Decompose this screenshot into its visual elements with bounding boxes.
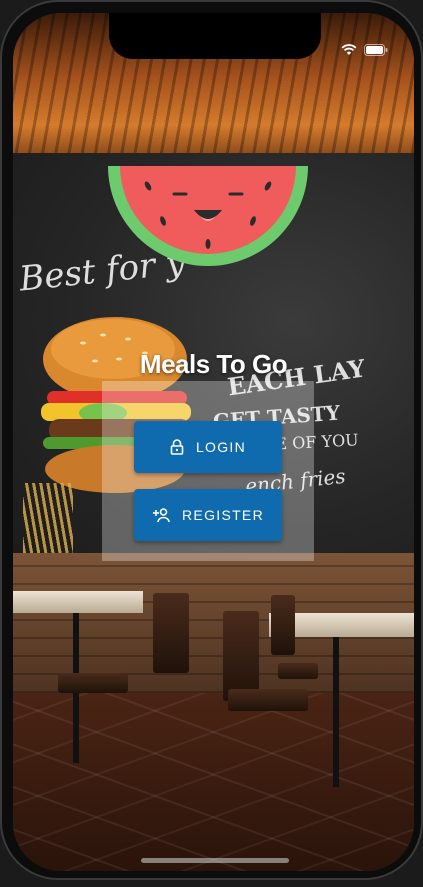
table-leg xyxy=(333,637,339,787)
chair xyxy=(153,593,189,673)
add-user-icon xyxy=(152,507,170,523)
register-button[interactable]: REGISTER xyxy=(134,489,282,541)
chair xyxy=(58,673,128,693)
chair xyxy=(278,663,318,679)
phone-frame: Best for y EACH LAY GET TASTY USE OF YOU… xyxy=(0,0,423,880)
dining-table xyxy=(13,591,143,613)
battery-icon xyxy=(364,43,388,61)
lock-icon xyxy=(170,439,184,455)
chair xyxy=(228,689,308,711)
home-indicator[interactable] xyxy=(141,858,289,863)
chair xyxy=(271,595,295,655)
fries-illustration xyxy=(23,483,73,553)
auth-card: LOGIN REGISTER xyxy=(102,381,314,561)
device-notch xyxy=(109,13,321,59)
register-label: REGISTER xyxy=(182,507,264,523)
wifi-icon xyxy=(341,43,357,61)
watermelon-icon xyxy=(108,166,308,271)
status-bar xyxy=(341,43,388,61)
app-screen: Best for y EACH LAY GET TASTY USE OF YOU… xyxy=(13,13,414,871)
login-button[interactable]: LOGIN xyxy=(134,421,282,473)
app-title: Meals To Go xyxy=(139,349,288,379)
chair xyxy=(223,611,259,701)
login-label: LOGIN xyxy=(195,439,247,455)
